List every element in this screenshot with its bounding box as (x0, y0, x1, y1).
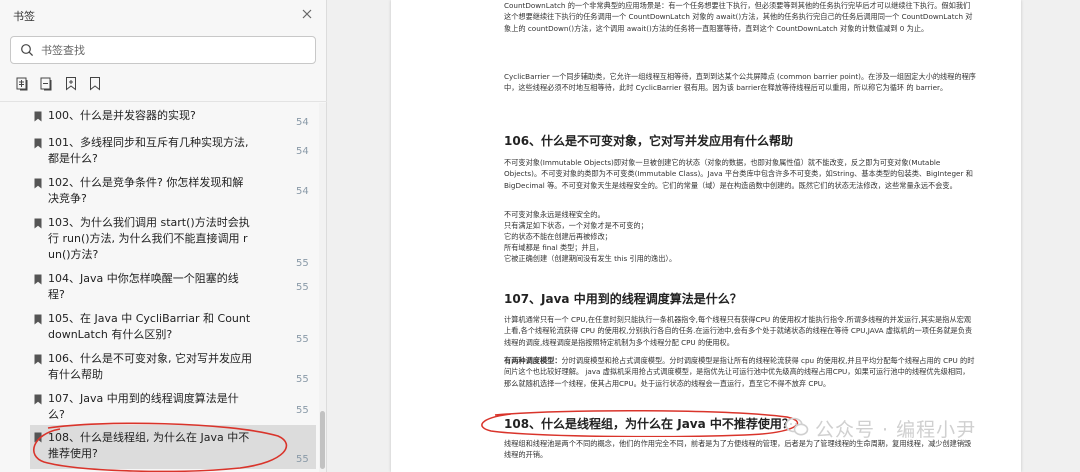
paragraph-cyclicbarrier: CyclicBarrier 一个同步辅助类，它允许一组线程互相等待，直到到达某个… (504, 72, 976, 93)
bookmark-page-number: 55 (296, 405, 309, 416)
scrollbar-thumb[interactable] (320, 411, 325, 469)
bookmark-icon (34, 111, 42, 122)
text-line: 它被正确创建（创建期间没有发生 this 引用的逸出）。 (504, 254, 677, 263)
heading-106: 106、什么是不可变对象，它对写并发应用有什么帮助 (504, 134, 794, 148)
bookmark-item-103[interactable]: 103、为什么我们调用 start()方法时会执行 run()方法, 为什么我们… (30, 215, 316, 269)
expand-all-icon[interactable] (16, 76, 30, 91)
bookmark-label: 104、Java 中你怎样唤醒一个阻塞的线程? (48, 272, 239, 301)
bold-lead: 有两种调度模型： (504, 356, 562, 365)
bookmark-list: 100、什么是并发容器的实现? 54 101、多线程同步和互斥有几种实现方法, … (0, 103, 318, 472)
bookmark-item-100[interactable]: 100、什么是并发容器的实现? 54 (30, 108, 316, 130)
bookmark-page-number: 55 (296, 374, 309, 385)
bookmark-search-box[interactable] (10, 36, 316, 64)
text-line: 所有域都是 final 类型；并且， (504, 243, 604, 252)
bookmark-page-number: 55 (296, 454, 309, 465)
bookmark-page-number: 55 (296, 282, 309, 293)
bookmark-item-104[interactable]: 104、Java 中你怎样唤醒一个阻塞的线程? 55 (30, 271, 316, 307)
search-icon (21, 44, 34, 57)
divider (0, 101, 327, 102)
annotation-ellipse-bookmark (33, 422, 288, 472)
bookmark-icon (34, 178, 42, 189)
bookmark-label: 106、什么是不可变对象, 它对写并发应用有什么帮助 (48, 352, 252, 381)
bookmark-label: 105、在 Java 中 CycliBarriar 和 CountdownLat… (48, 312, 251, 341)
bookmark-label: 100、什么是并发容器的实现? (48, 109, 196, 122)
bookmark-page-number: 54 (296, 117, 309, 128)
bookmark-item-105[interactable]: 105、在 Java 中 CycliBarriar 和 CountdownLat… (30, 311, 316, 347)
bookmark-search-input[interactable] (41, 40, 301, 60)
annotation-ellipse-heading (481, 409, 799, 437)
text-line: 它的状态不能在创建后再被修改； (504, 232, 612, 241)
paragraph-scheduling-models: 有两种调度模型：分时调度模型和抢占式调度模型。分时调度模型是指让所有的线程轮流获… (504, 355, 976, 389)
heading-107: 107、Java 中用到的线程调度算法是什么？ (504, 292, 742, 306)
bookmark-item-102[interactable]: 102、什么是竞争条件? 你怎样发现和解决竞争? 54 (30, 175, 316, 211)
collapse-all-icon[interactable] (40, 76, 54, 91)
bookmark-label: 102、什么是竞争条件? 你怎样发现和解决竞争? (48, 176, 244, 205)
paragraph-text: 分时调度模型和抢占式调度模型。分时调度模型是指让所有的线程轮流获得 cpu 的使… (504, 356, 975, 388)
bookmark-label: 103、为什么我们调用 start()方法时会执行 run()方法, 为什么我们… (48, 216, 250, 261)
panel-title: 书签 (13, 10, 35, 23)
bookmark-label: 101、多线程同步和互斥有几种实现方法, 都是什么? (48, 136, 249, 165)
paragraph-countdownlatch: CountDownLatch 的一个非常典型的应用场景是：有一个任务想要往下执行… (504, 1, 973, 33)
text-line: 只有满足如下状态，一个对象才是不可变的； (504, 221, 648, 230)
bookmark-icon (34, 394, 42, 405)
bookmark-icon (34, 274, 42, 285)
bookmark-icon (34, 218, 42, 229)
bookmark-icon[interactable] (88, 76, 102, 91)
bookmark-item-106[interactable]: 106、什么是不可变对象, 它对写并发应用有什么帮助 55 (30, 351, 316, 387)
bookmark-icon (34, 354, 42, 365)
bookmark-page-number: 54 (296, 146, 309, 157)
bookmark-scrollbar[interactable] (319, 103, 326, 472)
paragraph-immutable: 不可变对象(Immutable Objects)即对象一旦被创建它的状态（对象的… (504, 158, 973, 190)
bookmark-page-number: 55 (296, 334, 309, 345)
bookmark-item-101[interactable]: 101、多线程同步和互斥有几种实现方法, 都是什么? 54 (30, 135, 316, 171)
add-bookmark-icon[interactable] (64, 76, 78, 91)
text-line: 不可变对象永远是线程安全的。 (504, 210, 605, 219)
paragraph-scheduling: 计算机通常只有一个 CPU,在任意时刻只能执行一条机器指令,每个线程只有获得CP… (504, 315, 973, 347)
close-icon[interactable] (300, 7, 314, 21)
document-viewer[interactable]: CountDownLatch 的一个非常典型的应用场景是：有一个任务想要往下执行… (327, 0, 1080, 472)
bookmark-panel: 书签 100、什么是并发容器的实现? (0, 0, 327, 472)
bookmark-icon (34, 314, 42, 325)
bookmark-icon (34, 138, 42, 149)
bookmark-page-number: 54 (296, 186, 309, 197)
watermark-text: 公众号 · 编程小尹 (815, 419, 977, 441)
bookmark-label: 107、Java 中用到的线程调度算法是什么? (48, 392, 239, 421)
bookmark-item-107[interactable]: 107、Java 中用到的线程调度算法是什么? 55 (30, 391, 316, 421)
bookmark-page-number: 55 (296, 258, 309, 269)
document-page: CountDownLatch 的一个非常典型的应用场景是：有一个任务想要往下执行… (391, 0, 1021, 472)
wechat-icon (785, 417, 809, 436)
